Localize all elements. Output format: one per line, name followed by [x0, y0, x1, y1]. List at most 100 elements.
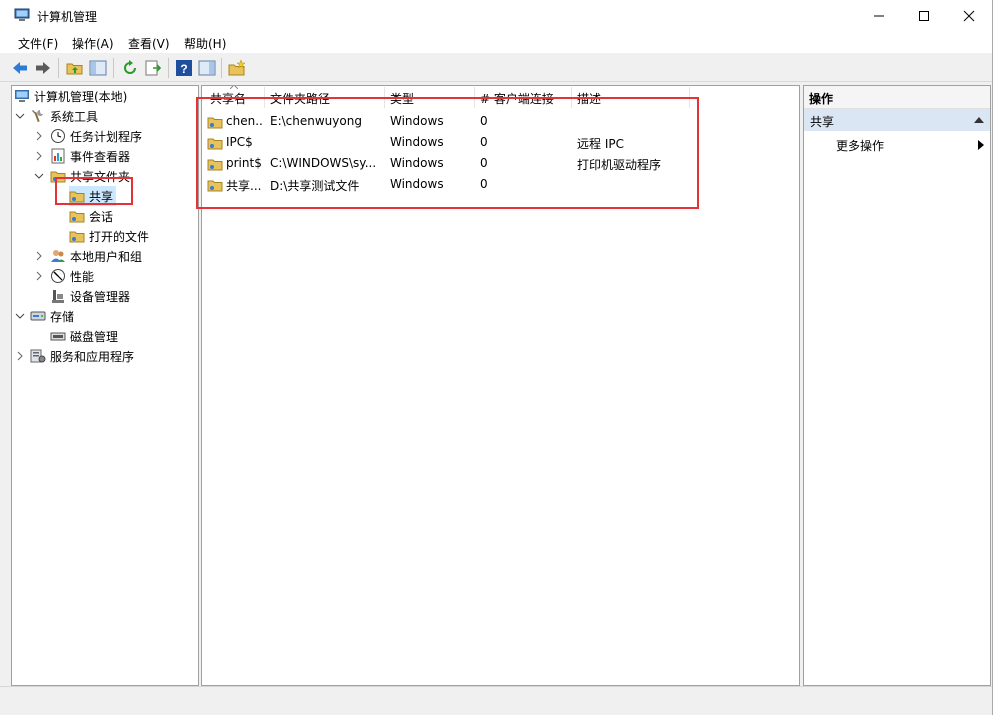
forward-icon[interactable] — [34, 59, 52, 77]
shared-folder-icon — [207, 159, 223, 171]
tree-item-sessions[interactable]: 会话 — [69, 206, 113, 226]
help-icon[interactable]: ? — [175, 59, 193, 77]
cell-client-connections: 0 — [480, 135, 488, 149]
close-icon — [963, 10, 975, 21]
tree-item-event-viewer[interactable]: 事件查看器 — [50, 146, 130, 166]
collapse-chevron-icon[interactable] — [34, 171, 44, 181]
expand-chevron-icon[interactable] — [34, 271, 44, 281]
actions-section-shares[interactable]: 共享 — [804, 109, 990, 131]
shared-folder-icon — [50, 171, 66, 183]
tree-item-storage[interactable]: 存储 — [30, 306, 74, 326]
column-header-type[interactable]: 类型 — [390, 90, 414, 107]
shared-folder-icon — [69, 191, 85, 203]
tree-item-label: 本地用户和组 — [70, 249, 143, 264]
refresh-icon[interactable] — [121, 59, 139, 77]
window-title: 计算机管理 — [37, 10, 98, 24]
shared-folder-icon — [207, 180, 223, 192]
disk-management-icon — [50, 332, 66, 341]
new-share-icon[interactable] — [228, 59, 246, 77]
svg-text:?: ? — [180, 62, 187, 76]
show-hide-action-pane-icon[interactable] — [198, 59, 216, 77]
cell-folder-path: C:\WINDOWS\sy... — [270, 156, 377, 170]
tree-item-label: 会话 — [89, 209, 114, 224]
tree-item-label: 设备管理器 — [70, 289, 131, 304]
back-icon[interactable] — [11, 59, 29, 77]
tree-item-shared-folders[interactable]: 共享文件夹 — [50, 166, 130, 186]
toolbar: ? — [0, 54, 992, 82]
shared-folder-icon — [69, 211, 85, 223]
tree-item-computer-management[interactable]: 计算机管理(本地) — [14, 86, 127, 106]
tree-item-label: 存储 — [50, 309, 75, 324]
menu-help[interactable]: 帮助(H) — [184, 35, 226, 52]
cell-type: Windows — [390, 177, 444, 191]
cell-type: Windows — [390, 156, 444, 170]
actions-header: 操作 — [804, 86, 990, 109]
show-hide-tree-icon[interactable] — [89, 59, 107, 77]
shared-folder-icon — [69, 231, 85, 243]
title-bar: 计算机管理 — [0, 0, 992, 31]
cell-share-name: print$ — [226, 156, 262, 170]
tree-item-device-manager[interactable]: 设备管理器 — [50, 286, 130, 306]
tree-item-shares[interactable]: 共享 — [69, 186, 117, 206]
column-header-folder-path[interactable]: 文件夹路径 — [270, 90, 330, 107]
menu-bar: 文件(F) 操作(A) 查看(V) 帮助(H) — [0, 31, 992, 53]
cell-client-connections: 0 — [480, 114, 488, 128]
tree-item-services-apps[interactable]: 服务和应用程序 — [30, 346, 134, 366]
cell-type: Windows — [390, 135, 444, 149]
maximize-icon — [919, 10, 929, 21]
export-list-icon[interactable] — [144, 59, 162, 77]
shared-folder-icon — [207, 117, 223, 129]
close-button[interactable] — [946, 0, 992, 31]
tree-item-disk-management[interactable]: 磁盘管理 — [50, 326, 118, 346]
tree-item-label: 共享 — [89, 189, 114, 204]
cell-share-name: chen... — [226, 114, 264, 128]
tree-item-system-tools[interactable]: 系统工具 — [30, 106, 98, 126]
cell-share-name: 共享... — [226, 179, 262, 193]
more-actions-item[interactable]: 更多操作 — [804, 134, 990, 154]
cell-folder-path: E:\chenwuyong — [270, 114, 362, 128]
tree-item-label: 系统工具 — [50, 109, 99, 124]
more-actions-label: 更多操作 — [836, 139, 885, 153]
column-header-client-connections[interactable]: # 客户端连接 — [480, 90, 554, 107]
users-icon — [51, 250, 65, 262]
navigation-tree: 计算机管理(本地) 系统工具 任务计划程序 事件查看器 共享文件夹 共享 会话 … — [11, 85, 199, 686]
cell-description: 打印机驱动程序 — [577, 158, 662, 172]
tree-item-label: 共享文件夹 — [70, 169, 131, 184]
cell-share-name: IPC$ — [226, 135, 253, 149]
expand-chevron-icon[interactable] — [34, 151, 44, 161]
up-folder-icon[interactable] — [66, 59, 84, 77]
tree-item-label: 性能 — [70, 269, 95, 284]
computer-management-icon — [14, 8, 30, 21]
tree-item-performance[interactable]: 性能 — [50, 266, 94, 286]
expand-chevron-icon[interactable] — [34, 251, 44, 261]
column-header-description[interactable]: 描述 — [577, 90, 601, 107]
submenu-arrow-icon — [978, 140, 984, 150]
device-manager-icon — [52, 290, 64, 303]
background-document — [993, 0, 1000, 715]
collapse-chevron-icon[interactable] — [15, 111, 25, 121]
tree-item-label: 服务和应用程序 — [50, 349, 135, 364]
minimize-icon — [874, 15, 884, 16]
shares-list: 共享名 文件夹路径 类型 # 客户端连接 描述 chen... E:\chenw… — [201, 85, 800, 686]
maximize-button[interactable] — [901, 0, 947, 31]
tree-item-open-files[interactable]: 打开的文件 — [69, 226, 149, 246]
tree-item-label: 打开的文件 — [89, 229, 150, 244]
cell-client-connections: 0 — [480, 156, 488, 170]
performance-icon — [51, 269, 65, 283]
menu-action[interactable]: 操作(A) — [72, 35, 114, 52]
menu-view[interactable]: 查看(V) — [128, 35, 170, 52]
column-header-share-name[interactable]: 共享名 — [210, 90, 246, 107]
tree-item-label: 磁盘管理 — [70, 329, 119, 344]
computer-management-window: 计算机管理 文件(F) 操作(A) 查看(V) 帮助(H) ? 计算机管理(本地… — [0, 0, 993, 715]
storage-icon — [30, 311, 46, 321]
tree-item-task-scheduler[interactable]: 任务计划程序 — [50, 126, 142, 146]
expand-chevron-icon[interactable] — [15, 351, 25, 361]
clock-icon — [51, 129, 65, 143]
collapse-chevron-icon[interactable] — [15, 311, 25, 321]
expand-chevron-icon[interactable] — [34, 131, 44, 141]
cell-type: Windows — [390, 114, 444, 128]
cell-folder-path: D:\共享测试文件 — [270, 179, 360, 193]
menu-file[interactable]: 文件(F) — [18, 35, 58, 52]
tree-item-local-users-groups[interactable]: 本地用户和组 — [50, 246, 142, 266]
minimize-button[interactable] — [856, 0, 902, 31]
